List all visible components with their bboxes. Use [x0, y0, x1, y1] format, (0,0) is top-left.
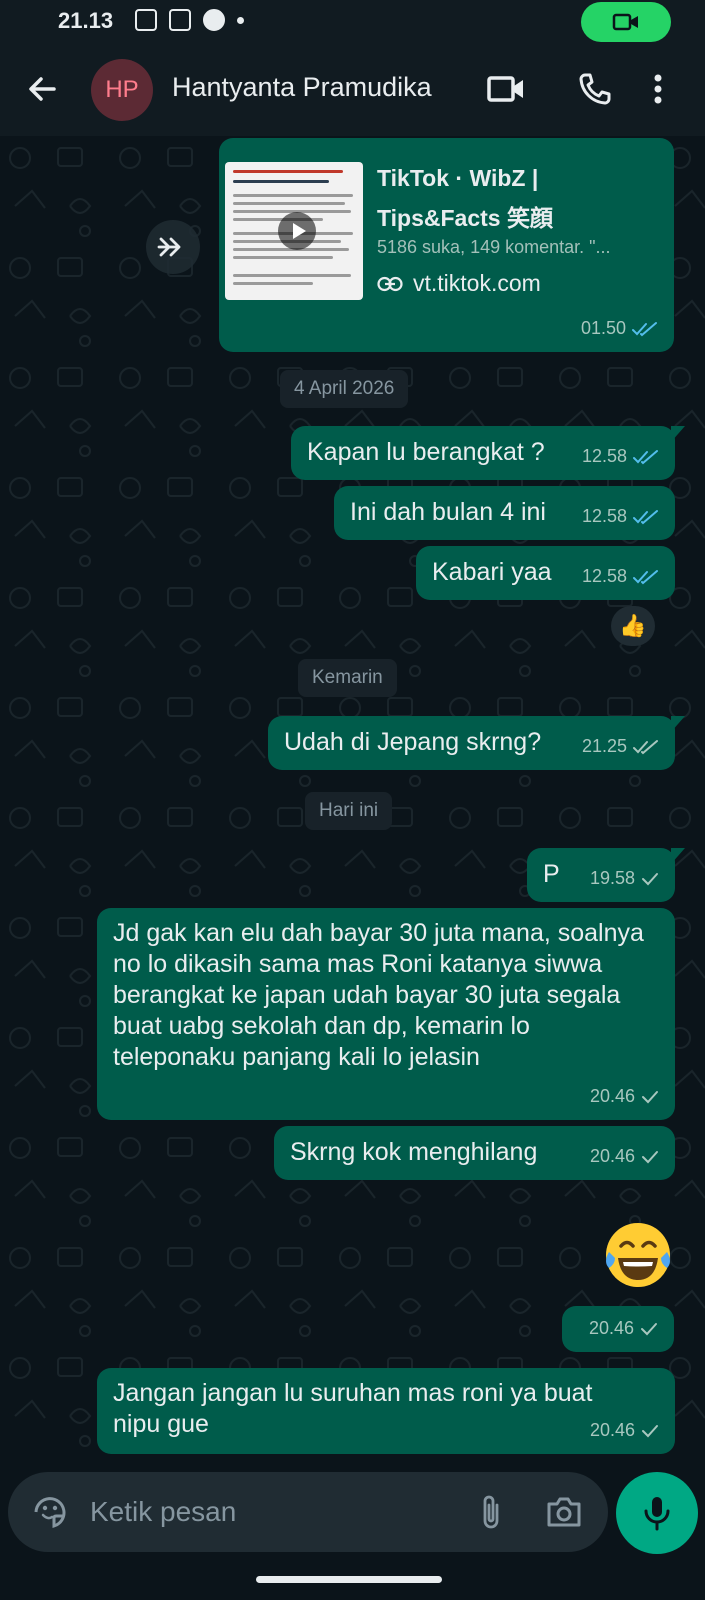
outgoing-message[interactable]: P 19.58: [527, 848, 685, 902]
outgoing-message[interactable]: Kapan lu berangkat ? 12.58: [291, 426, 685, 480]
video-thumbnail[interactable]: [225, 162, 363, 300]
shopping-bag-icon: [135, 9, 157, 31]
outgoing-message[interactable]: Skrng kok menghilang 20.46: [274, 1126, 675, 1180]
status-time: 21.13: [58, 8, 114, 33]
message-text: P: [543, 860, 560, 888]
single-check-icon: [642, 1090, 658, 1103]
date-chip: 4 April 2026: [280, 370, 409, 408]
paperclip-icon: [483, 1495, 499, 1529]
message-time: 20.46: [588, 1318, 634, 1338]
outgoing-message[interactable]: Udah di Jepang skrng? 21.25: [268, 716, 685, 770]
message-meta: 20.46: [590, 1141, 659, 1172]
link-domain: vt.tiktok.com: [413, 270, 541, 296]
double-check-read-icon: [633, 509, 658, 524]
tears-of-joy-emoji-icon: [606, 1223, 670, 1287]
home-gesture-handle[interactable]: [256, 1576, 442, 1583]
message-text: Skrng kok menghilang: [290, 1138, 538, 1166]
message-meta: 12.58: [582, 561, 659, 592]
more-vertical-icon: [654, 74, 662, 104]
message-meta: 12.58: [582, 441, 659, 472]
emoji-sticker-button[interactable]: [28, 1490, 72, 1534]
message-input-bar[interactable]: Ketik pesan: [8, 1472, 608, 1552]
message-meta: 19.58: [590, 863, 659, 894]
outgoing-message[interactable]: Jangan jangan lu suruhan mas roni ya bua…: [97, 1368, 675, 1454]
sticker-icon: [34, 1497, 66, 1529]
back-arrow-icon: [29, 77, 56, 101]
double-check-delivered-icon: [633, 739, 658, 754]
date-chip: Hari ini: [305, 792, 393, 830]
message-meta: 20.46: [590, 1415, 659, 1446]
microphone-icon: [644, 1497, 670, 1531]
app-notification-icon: [203, 9, 225, 31]
video-camera-icon: [487, 76, 523, 102]
forward-button[interactable]: [146, 220, 200, 274]
sticker-emoji[interactable]: [601, 1218, 675, 1292]
chat-header: HP Hantyanta Pramudika: [0, 44, 705, 136]
message-meta: 12.58: [582, 501, 659, 532]
message-time: 12.58: [581, 566, 627, 586]
link-title[interactable]: TikTok · WibZ | Tips&Facts 笑顔: [377, 158, 662, 238]
message-time: 20.46: [589, 1146, 635, 1166]
outgoing-message[interactable]: Kabari yaa 12.58: [416, 546, 675, 600]
double-check-read-icon: [632, 321, 657, 336]
date-chip: Kemarin: [298, 659, 397, 697]
message-time: 20.46: [589, 1420, 635, 1440]
message-time: 21.25: [581, 736, 627, 756]
system-nav-bar: [0, 1556, 705, 1600]
reaction-badge[interactable]: 👍: [611, 606, 655, 646]
single-check-icon: [641, 1322, 657, 1335]
message-time: 12.58: [581, 446, 627, 466]
single-check-icon: [642, 1150, 658, 1163]
message-text: Jd gak kan elu dah bayar 30 juta mana, s…: [113, 919, 644, 1071]
avatar[interactable]: HP: [91, 59, 153, 121]
single-check-icon: [642, 872, 658, 885]
contact-name[interactable]: Hantyanta Pramudika: [172, 72, 432, 103]
double-check-read-icon: [633, 449, 658, 464]
message-input[interactable]: Ketik pesan: [90, 1496, 236, 1528]
message-text: Ini dah bulan 4 ini: [350, 498, 546, 526]
video-camera-icon: [612, 13, 638, 31]
ongoing-video-call-pill[interactable]: [581, 2, 671, 42]
forward-icon: [157, 237, 181, 257]
message-meta: 01.50: [581, 313, 658, 344]
camera-icon: [547, 1497, 581, 1527]
status-icons: [135, 9, 244, 31]
message-meta: 21.25: [582, 731, 659, 762]
single-check-icon: [642, 1424, 658, 1437]
attach-button[interactable]: [469, 1490, 513, 1534]
chat-area[interactable]: TikTok · WibZ | Tips&Facts 笑顔 5186 suka,…: [0, 136, 705, 1466]
more-notifications-dot: [237, 16, 244, 24]
message-text: Kabari yaa: [432, 558, 552, 586]
outgoing-message[interactable]: Jd gak kan elu dah bayar 30 juta mana, s…: [97, 908, 675, 1120]
link-preview-message[interactable]: TikTok · WibZ | Tips&Facts 笑顔 5186 suka,…: [219, 138, 674, 352]
play-icon: [278, 212, 316, 250]
message-meta: 20.46: [589, 1313, 658, 1344]
more-options-button[interactable]: [644, 66, 672, 112]
gallery-icon: [169, 9, 191, 31]
link-description: 5186 suka, 149 komentar. "...: [377, 237, 611, 257]
video-call-button[interactable]: [483, 66, 529, 112]
voice-record-button[interactable]: [616, 1472, 698, 1554]
link-icon: [377, 276, 403, 291]
message-text: Kapan lu berangkat ?: [307, 438, 545, 466]
back-button[interactable]: [22, 68, 64, 110]
message-time: 20.46: [589, 1086, 635, 1106]
message-text: Jangan jangan lu suruhan mas roni ya bua…: [113, 1379, 593, 1438]
message-time: 01.50: [580, 318, 626, 338]
message-time: 12.58: [581, 506, 627, 526]
link-domain-row[interactable]: vt.tiktok.com: [377, 268, 541, 299]
voice-call-button[interactable]: [572, 66, 618, 112]
outgoing-message[interactable]: 20.46: [562, 1306, 674, 1352]
message-time: 19.58: [589, 868, 635, 888]
status-bar: 21.13: [0, 0, 705, 44]
camera-button[interactable]: [542, 1490, 586, 1534]
message-text: Udah di Jepang skrng?: [284, 728, 542, 756]
message-meta: 20.46: [590, 1081, 659, 1112]
phone-icon: [579, 73, 611, 105]
outgoing-message[interactable]: Ini dah bulan 4 ini 12.58: [334, 486, 675, 540]
double-check-read-icon: [633, 569, 658, 584]
